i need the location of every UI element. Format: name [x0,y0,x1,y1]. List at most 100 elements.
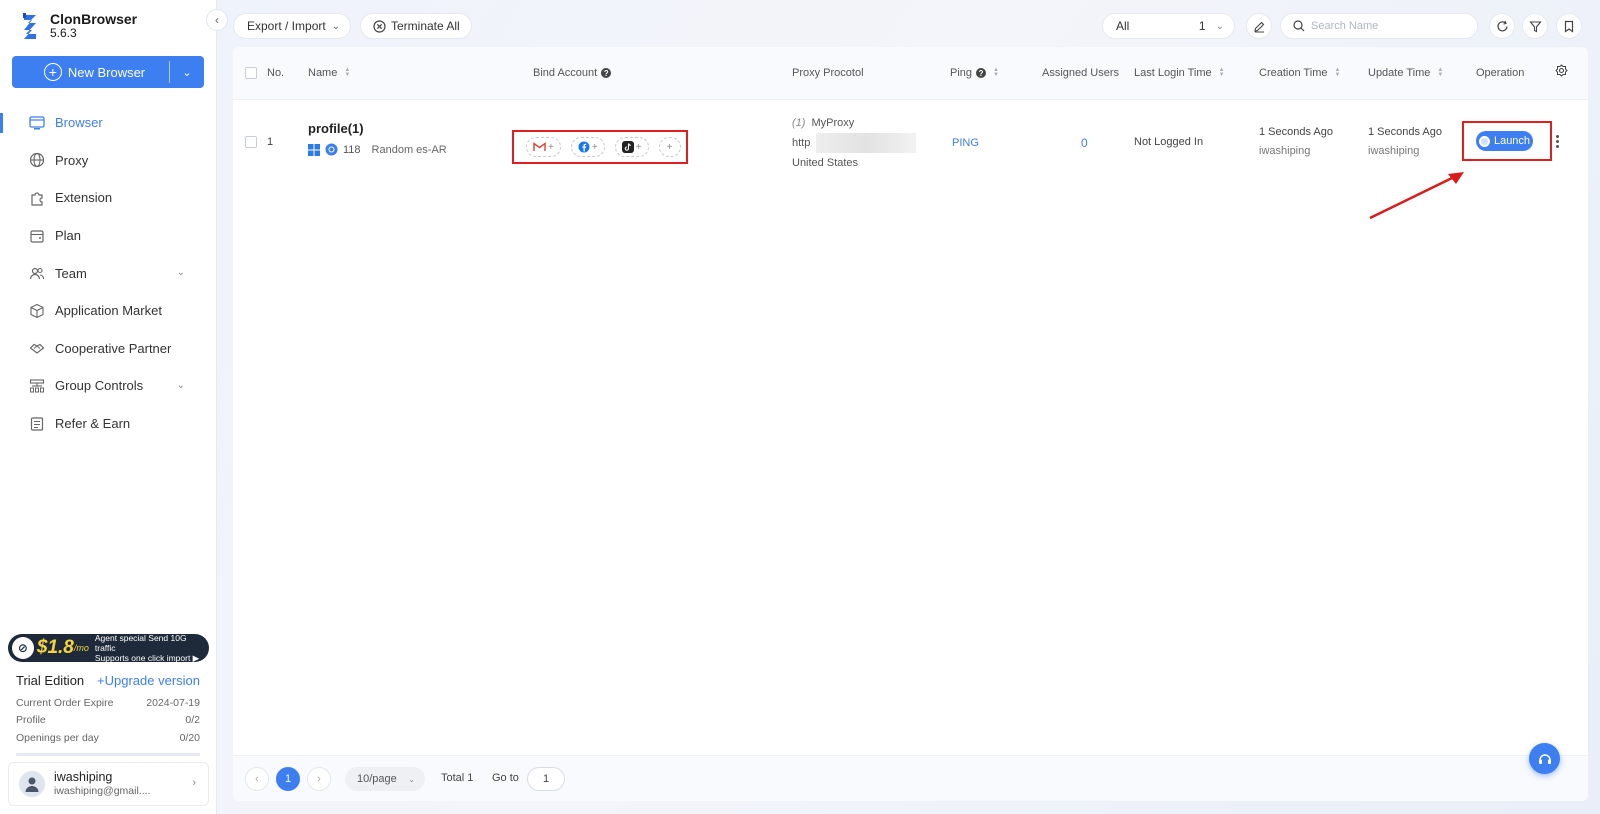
chevron-right-icon: › [317,773,321,785]
launch-highlight: Launch [1462,121,1552,161]
header-update-time[interactable]: Update Time ▲ ▼ [1368,67,1443,79]
browser-icon [28,114,46,132]
profile-name[interactable]: profile(1) [308,121,447,136]
help-icon[interactable]: ? [601,68,612,78]
help-icon[interactable]: ? [976,68,987,78]
header-no: No. [267,67,284,79]
terminate-all-button[interactable]: Terminate All [360,13,472,39]
sort-icon[interactable]: ▲ ▼ [1219,67,1225,78]
chevron-down-icon: ⌄ [176,380,185,392]
sidebar-item-cooperative-partner[interactable]: Cooperative Partner [0,330,217,368]
sidebar-nav: Browser Proxy Extension Plan Team ⌄ Appl… [0,104,217,442]
search-input[interactable] [1311,20,1461,32]
row-checkbox[interactable] [245,136,257,148]
promo-banner[interactable]: ⊘ $1.8 /mo Agent special Send 10G traffi… [8,634,209,662]
sort-icon[interactable]: ▲ ▼ [344,67,350,78]
header-creation-time[interactable]: Creation Time ▲ ▼ [1259,67,1340,79]
app-logo[interactable]: ClonBrowser 5.6.3 [20,12,137,42]
sidebar-item-team[interactable]: Team ⌄ [0,254,217,292]
proxy-cell[interactable]: (1) MyProxy http United States [792,113,917,173]
new-browser-main[interactable]: + New Browser [12,63,169,81]
plan-row: Profile 0/2 [16,712,200,730]
sidebar-item-plan[interactable]: Plan [0,217,217,255]
new-browser-dropdown[interactable]: ⌄ [170,66,204,79]
chevron-left-icon: ‹ [255,773,259,785]
header-label: Assigned Users [1042,67,1120,79]
close-circle-icon [373,19,386,33]
sidebar-item-proxy[interactable]: Proxy [0,142,217,180]
sort-icon[interactable]: ▲ ▼ [993,67,999,78]
user-card[interactable]: iwashiping iwashiping@gmail.... › [8,762,209,806]
next-page-button[interactable]: › [307,767,331,791]
sidebar-item-label: Team [55,265,87,281]
filter-icon [1528,20,1542,32]
plan-row-label: Current Order Expire [16,696,114,709]
windows-icon [308,143,320,156]
goto-page-input[interactable]: 1 [527,767,565,791]
upgrade-link[interactable]: +Upgrade version [97,673,200,688]
promo-unit: /mo [73,643,89,653]
launch-button[interactable]: Launch [1476,131,1533,151]
chevron-down-icon: ⌄ [1215,20,1224,32]
row-checkbox-cell[interactable] [245,136,257,148]
ping-button[interactable]: PING [952,137,979,149]
chevron-down-icon: ⌄ [176,267,185,279]
search-box[interactable] [1280,13,1478,39]
support-chat-button[interactable] [1529,743,1560,774]
facebook-icon [578,141,590,153]
more-options-button[interactable] [1556,135,1559,148]
sidebar-item-refer-earn[interactable]: Refer & Earn [0,405,217,443]
refresh-icon [1496,20,1508,31]
header-ping[interactable]: Ping ? ▲ ▼ [950,67,999,79]
select-all-checkbox[interactable] [245,67,257,79]
header-name[interactable]: Name ▲ ▼ [308,67,350,79]
app-name: ClonBrowser [50,11,138,27]
handshake-icon [28,339,46,357]
page-size-select[interactable]: 10/page ⌄ [345,767,425,791]
select-all-checkbox-cell[interactable] [245,67,257,79]
group-filter-count: 1 [1198,19,1206,33]
browser-version: 118 [343,143,361,156]
plus-circle-icon: + [43,63,62,81]
header-label: Ping [950,67,973,79]
column-settings-button[interactable] [1555,64,1568,80]
avatar [19,771,45,797]
sidebar-item-group-controls[interactable]: Group Controls ⌄ [0,367,217,405]
pagination-bar: ‹ 1 › 10/page ⌄ Total 1 Go to 1 [233,755,1588,801]
batch-edit-button[interactable] [1246,13,1272,39]
chevron-left-icon: ‹ [215,13,219,27]
sidebar-item-browser[interactable]: Browser [0,104,217,142]
sidebar-item-application-market[interactable]: Application Market [0,292,217,330]
launch-label: Launch [1493,135,1531,147]
chevron-down-icon: ⌄ [331,20,341,32]
sidebar-item-label: Browser [55,115,103,131]
page-number-current[interactable]: 1 [276,767,300,791]
plan-row-value: 0/2 [185,714,200,727]
header-last-login[interactable]: Last Login Time ▲ ▼ [1134,67,1225,79]
profile-name-cell[interactable]: profile(1) 118 Random es-AR [308,121,447,156]
filter-button[interactable] [1522,13,1548,39]
new-browser-button[interactable]: + New Browser ⌄ [12,56,204,88]
header-assigned-users: Assigned Users [1042,67,1119,79]
header-label: Bind Account [533,67,598,79]
sidebar-item-extension[interactable]: Extension [0,179,217,217]
tiktok-icon [621,141,634,153]
app-version: 5.6.3 [50,26,77,40]
bind-gmail-button[interactable]: + [526,137,561,157]
sidebar-item-label: Plan [55,228,82,244]
bind-facebook-button[interactable]: + [570,137,605,157]
bind-more-button[interactable]: + [658,137,681,157]
refresh-button[interactable] [1489,13,1515,39]
assigned-users-count[interactable]: 0 [1081,136,1088,150]
header-label: Update Time [1368,67,1431,79]
header-label: Operation [1476,67,1525,79]
export-import-button[interactable]: Export / Import ⌄ [233,13,351,39]
collapse-sidebar-button[interactable]: ‹ [206,9,228,31]
sort-icon[interactable]: ▲ ▼ [1437,67,1443,78]
bookmark-button[interactable] [1556,13,1582,39]
wallet-icon [28,227,46,245]
sort-icon[interactable]: ▲ ▼ [1334,67,1340,78]
bind-tiktok-button[interactable]: + [614,137,649,157]
group-filter-select[interactable]: All 1 ⌄ [1102,13,1235,39]
prev-page-button[interactable]: ‹ [245,767,269,791]
